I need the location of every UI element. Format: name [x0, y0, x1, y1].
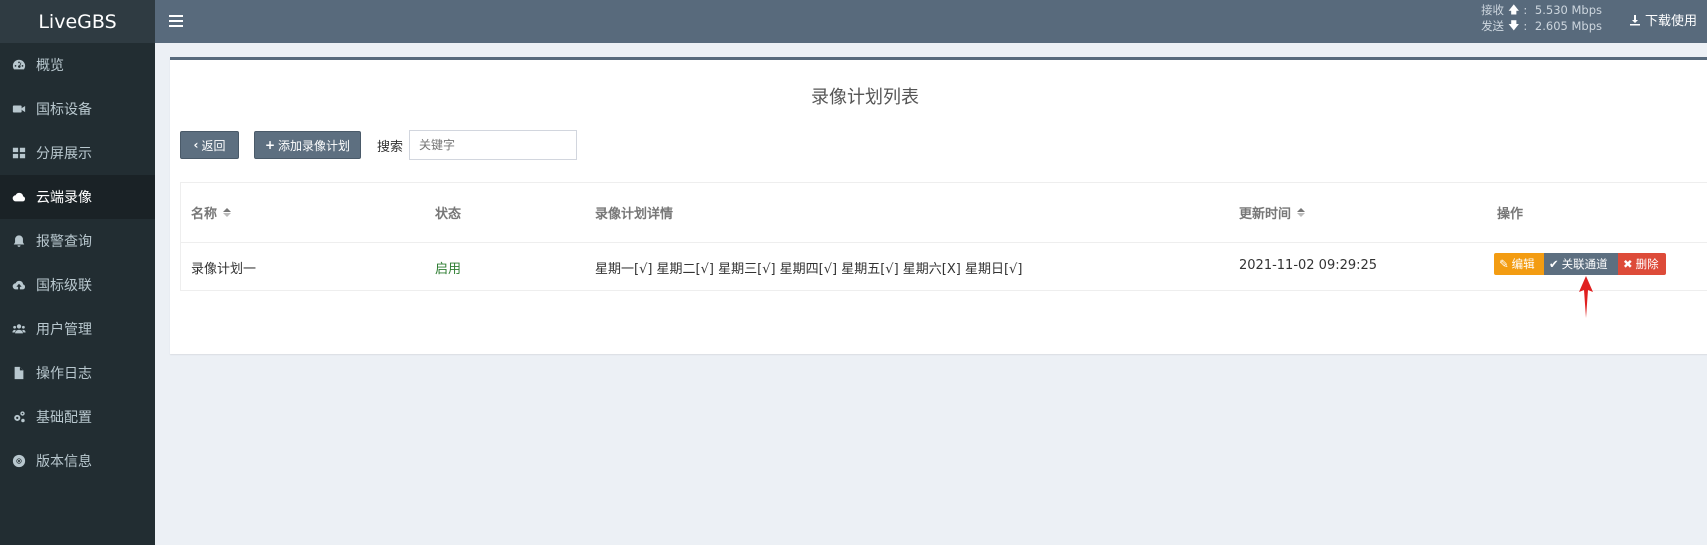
bell-icon [12, 234, 26, 248]
send-label: 发送 [1481, 19, 1505, 33]
search-label: 搜索 [377, 139, 404, 155]
recv-label: 接收 [1481, 3, 1505, 17]
column-header-status: 状态 [435, 207, 462, 222]
menu-toggle-icon[interactable] [169, 10, 183, 32]
back-button-label: 返回 [201, 138, 226, 153]
sidebar-item-version[interactable]: 版本信息 [0, 439, 155, 483]
record-plan-table: 名称 状态 录像计划详情 更新时间 操作 录像计划一 启用 星期一[√] 星期二… [180, 182, 1707, 291]
cell-status: 启用 [435, 262, 462, 277]
sidebar-item-label: 分屏展示 [36, 146, 92, 162]
top-navbar: 接收 🡅 : 5.530 Mbps 发送 🡇 : 2.605 Mbps 下载使用 [155, 0, 1707, 43]
network-stats: 接收 🡅 : 5.530 Mbps 发送 🡇 : 2.605 Mbps [1481, 3, 1602, 33]
row-actions: ✎ 编辑 ✔ 关联通道 ✖ 删除 [1494, 253, 1666, 275]
recv-value: 5.530 Mbps [1534, 3, 1602, 17]
table-divider [181, 242, 1707, 243]
sidebar-item-label: 用户管理 [36, 322, 92, 338]
edit-icon: ✎ [1499, 257, 1509, 271]
column-header-updated[interactable]: 更新时间 [1239, 203, 1306, 222]
arrow-up-icon: 🡅 [1508, 3, 1520, 16]
grid-icon [12, 146, 26, 160]
sidebar-item-label: 版本信息 [36, 454, 92, 470]
download-label: 下载使用 [1644, 14, 1697, 29]
edit-button[interactable]: ✎ 编辑 [1494, 253, 1544, 275]
sidebar-item-label: 云端录像 [36, 190, 92, 206]
column-header-name[interactable]: 名称 [191, 203, 232, 222]
column-header-actions: 操作 [1497, 207, 1524, 222]
sidebar-item-cascade[interactable]: 国标级联 [0, 263, 155, 307]
sidebar-menu: 概览 国标设备 分屏展示 云端录像 报警查询 国标级联 用户管理 操作日志 基础… [0, 43, 155, 483]
sidebar-item-users[interactable]: 用户管理 [0, 307, 155, 351]
sidebar-item-split-screen[interactable]: 分屏展示 [0, 131, 155, 175]
record-plan-panel: 录像计划列表 ‹ 返回 + 添加录像计划 搜索 名称 状态 录像计划详情 更新时… [170, 57, 1707, 354]
sidebar-item-label: 报警查询 [36, 234, 92, 250]
sidebar-item-alarm-query[interactable]: 报警查询 [0, 219, 155, 263]
sidebar-item-operation-log[interactable]: 操作日志 [0, 351, 155, 395]
sidebar: LiveGBS 概览 国标设备 分屏展示 云端录像 报警查询 国标级联 用户管理 [0, 0, 155, 545]
cell-detail: 星期一[√] 星期二[√] 星期三[√] 星期四[√] 星期五[√] 星期六[X… [595, 262, 1023, 277]
send-value: 2.605 Mbps [1534, 19, 1602, 33]
page-title: 录像计划列表 [811, 87, 919, 108]
sidebar-item-devices[interactable]: 国标设备 [0, 87, 155, 131]
users-icon [12, 322, 26, 336]
app-logo[interactable]: LiveGBS [0, 0, 155, 43]
cell-updated: 2021-11-02 09:29:25 [1239, 258, 1378, 273]
check-icon: ✔ [1549, 257, 1559, 271]
sort-icon [223, 208, 232, 217]
gears-icon [12, 410, 26, 424]
sidebar-item-basic-config[interactable]: 基础配置 [0, 395, 155, 439]
sidebar-item-label: 概览 [36, 58, 64, 74]
chevron-left-icon: ‹ [193, 138, 199, 152]
download-icon [1629, 14, 1640, 25]
back-button[interactable]: ‹ 返回 [180, 131, 239, 159]
video-camera-icon [12, 102, 26, 116]
sidebar-item-label: 基础配置 [36, 410, 92, 426]
toolbar: ‹ 返回 + 添加录像计划 搜索 [180, 130, 578, 160]
arrow-down-icon: 🡇 [1508, 19, 1520, 32]
file-icon [12, 366, 26, 380]
sidebar-item-overview[interactable]: 概览 [0, 43, 155, 87]
sidebar-item-cloud-recording[interactable]: 云端录像 [0, 175, 155, 219]
sidebar-item-label: 国标设备 [36, 102, 92, 118]
close-icon: ✖ [1623, 257, 1633, 271]
download-button[interactable]: 下载使用 [1629, 10, 1697, 29]
cell-name: 录像计划一 [191, 262, 257, 277]
add-record-plan-button[interactable]: + 添加录像计划 [254, 131, 361, 159]
link-channel-button[interactable]: ✔ 关联通道 [1544, 253, 1618, 275]
sidebar-item-label: 操作日志 [36, 366, 92, 382]
cloud-icon [12, 190, 26, 204]
lifebuoy-icon [12, 454, 26, 468]
sidebar-item-label: 国标级联 [36, 278, 92, 294]
search-input[interactable] [409, 130, 578, 160]
sort-icon [1297, 208, 1306, 217]
add-button-label: 添加录像计划 [278, 138, 351, 153]
column-header-detail: 录像计划详情 [595, 207, 674, 222]
plus-icon: + [264, 138, 276, 152]
cloud-upload-icon [12, 278, 26, 292]
delete-button[interactable]: ✖ 删除 [1618, 253, 1666, 275]
annotation-arrow-icon [1579, 276, 1593, 318]
dashboard-icon [12, 58, 26, 72]
